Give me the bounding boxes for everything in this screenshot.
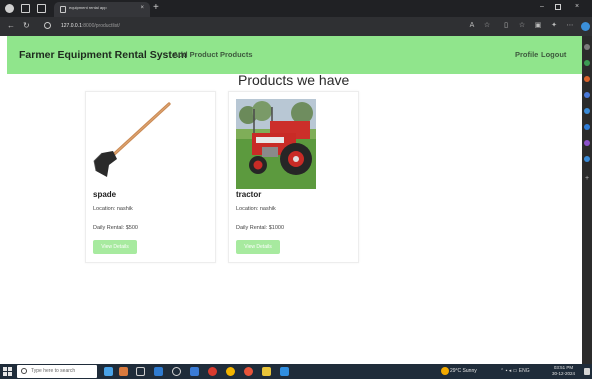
clock[interactable]: 03:51 PM 30-12-2024 xyxy=(552,365,575,377)
url-host: 127.0.0.1 xyxy=(61,23,82,29)
profile-icon[interactable] xyxy=(5,4,14,13)
browser-sidebar: + xyxy=(582,36,592,364)
product-rental: Daily Rental: $500 xyxy=(93,225,138,231)
product-location: Location: nashik xyxy=(236,206,276,212)
page-favicon-icon xyxy=(60,6,66,13)
view-details-button[interactable]: View Details xyxy=(236,240,280,254)
workspaces-icon[interactable] xyxy=(21,4,30,13)
sidebar-telegram-icon[interactable] xyxy=(584,156,590,162)
clock-date: 30-12-2024 xyxy=(552,371,576,376)
people-icon[interactable] xyxy=(104,367,113,376)
sidebar-tools-icon[interactable] xyxy=(584,60,590,66)
tractor-image xyxy=(236,99,316,189)
nav-logout[interactable]: Logout xyxy=(541,50,566,59)
spade-image xyxy=(93,102,171,177)
windows-start-icon[interactable] xyxy=(3,367,12,376)
app-red-icon[interactable] xyxy=(208,367,217,376)
nav-profile[interactable]: Profile xyxy=(515,50,538,59)
browser-tab[interactable]: equipment rental app × xyxy=(54,2,150,17)
nav-products[interactable]: Products xyxy=(220,50,253,59)
sidebar-outlook-icon[interactable] xyxy=(584,124,590,130)
tab-title: equipment rental app xyxy=(69,5,107,10)
favorite-star-icon[interactable]: ☆ xyxy=(483,22,491,30)
refresh-icon[interactable]: ↻ xyxy=(23,21,30,31)
site-navbar: Farmer Equipment Rental System Add Produ… xyxy=(7,36,582,74)
system-tray[interactable]: ⌃ ▪ ◂ ▭ ENG xyxy=(500,368,530,374)
app-orange-icon[interactable] xyxy=(244,367,253,376)
view-details-button[interactable]: View Details xyxy=(93,240,137,254)
address-bar[interactable]: 127.0.0.1:8000/productlist/ xyxy=(61,23,120,29)
browser-toolbar: ← ↻ 127.0.0.1:8000/productlist/ A ☆ ▯ ☆ … xyxy=(0,17,592,36)
site-brand[interactable]: Farmer Equipment Rental System xyxy=(19,49,187,61)
sidebar-office-icon[interactable] xyxy=(584,108,590,114)
favorites-icon[interactable]: ☆ xyxy=(518,22,526,30)
sidebar-search-icon[interactable] xyxy=(584,44,590,50)
close-tab-icon[interactable]: × xyxy=(140,4,144,12)
weather-text[interactable]: 29°C Sunny xyxy=(450,368,477,374)
search-placeholder: Type here to search xyxy=(31,368,76,374)
mail-icon[interactable] xyxy=(190,367,199,376)
taskbar-search[interactable]: Type here to search xyxy=(17,365,97,378)
read-aloud-icon[interactable]: A xyxy=(468,22,476,30)
product-name: tractor xyxy=(236,190,262,199)
weather-icon[interactable] xyxy=(441,367,449,375)
page-title: Products we have xyxy=(238,72,350,88)
sidebar-shopping-icon[interactable] xyxy=(584,76,590,82)
product-card: tractor Location: nashik Daily Rental: $… xyxy=(228,91,359,263)
product-card: spade Location: nashik Daily Rental: $50… xyxy=(85,91,216,263)
product-name: spade xyxy=(93,190,117,199)
notification-icon[interactable] xyxy=(584,368,590,375)
extensions-icon[interactable]: ✦ xyxy=(550,22,558,30)
tab-actions-icon[interactable] xyxy=(37,4,46,13)
copilot-icon[interactable] xyxy=(581,22,590,31)
sidebar-add-icon[interactable]: + xyxy=(584,175,590,182)
edge-taskbar-icon[interactable] xyxy=(154,367,163,376)
split-screen-icon[interactable]: ▯ xyxy=(502,22,510,30)
product-location: Location: nashik xyxy=(93,206,133,212)
close-window-icon[interactable]: × xyxy=(575,3,579,11)
maximize-icon[interactable] xyxy=(555,4,561,10)
nav-add-product[interactable]: Add Product xyxy=(173,50,218,59)
screen: equipment rental app × + – × ← ↻ 127.0.0… xyxy=(0,0,592,379)
chrome-icon[interactable] xyxy=(226,367,235,376)
sidebar-games-icon[interactable] xyxy=(584,92,590,98)
file-explorer-icon[interactable] xyxy=(262,367,271,376)
sidebar-designer-icon[interactable] xyxy=(584,140,590,146)
browser-tab-strip: equipment rental app × + – × xyxy=(0,0,592,17)
minimize-icon[interactable]: – xyxy=(540,3,544,11)
vscode-icon[interactable] xyxy=(280,367,289,376)
task-view-icon[interactable] xyxy=(136,367,145,376)
url-path: :8000/productlist/ xyxy=(81,23,120,29)
search-icon xyxy=(21,368,27,374)
product-rental: Daily Rental: $1000 xyxy=(236,225,285,231)
back-icon[interactable]: ← xyxy=(7,21,15,31)
windows-taskbar: Type here to search 29°C Sunny ⌃ ▪ ◂ ▭ E… xyxy=(0,364,592,379)
more-menu-icon[interactable]: ⋯ xyxy=(566,22,574,30)
new-tab-icon[interactable]: + xyxy=(153,2,159,14)
site-info-icon[interactable] xyxy=(44,22,51,29)
collections-icon[interactable]: ▣ xyxy=(534,22,542,30)
game-icon[interactable] xyxy=(119,367,128,376)
timer-icon[interactable] xyxy=(172,367,181,376)
tray-language: ENG xyxy=(518,368,530,374)
